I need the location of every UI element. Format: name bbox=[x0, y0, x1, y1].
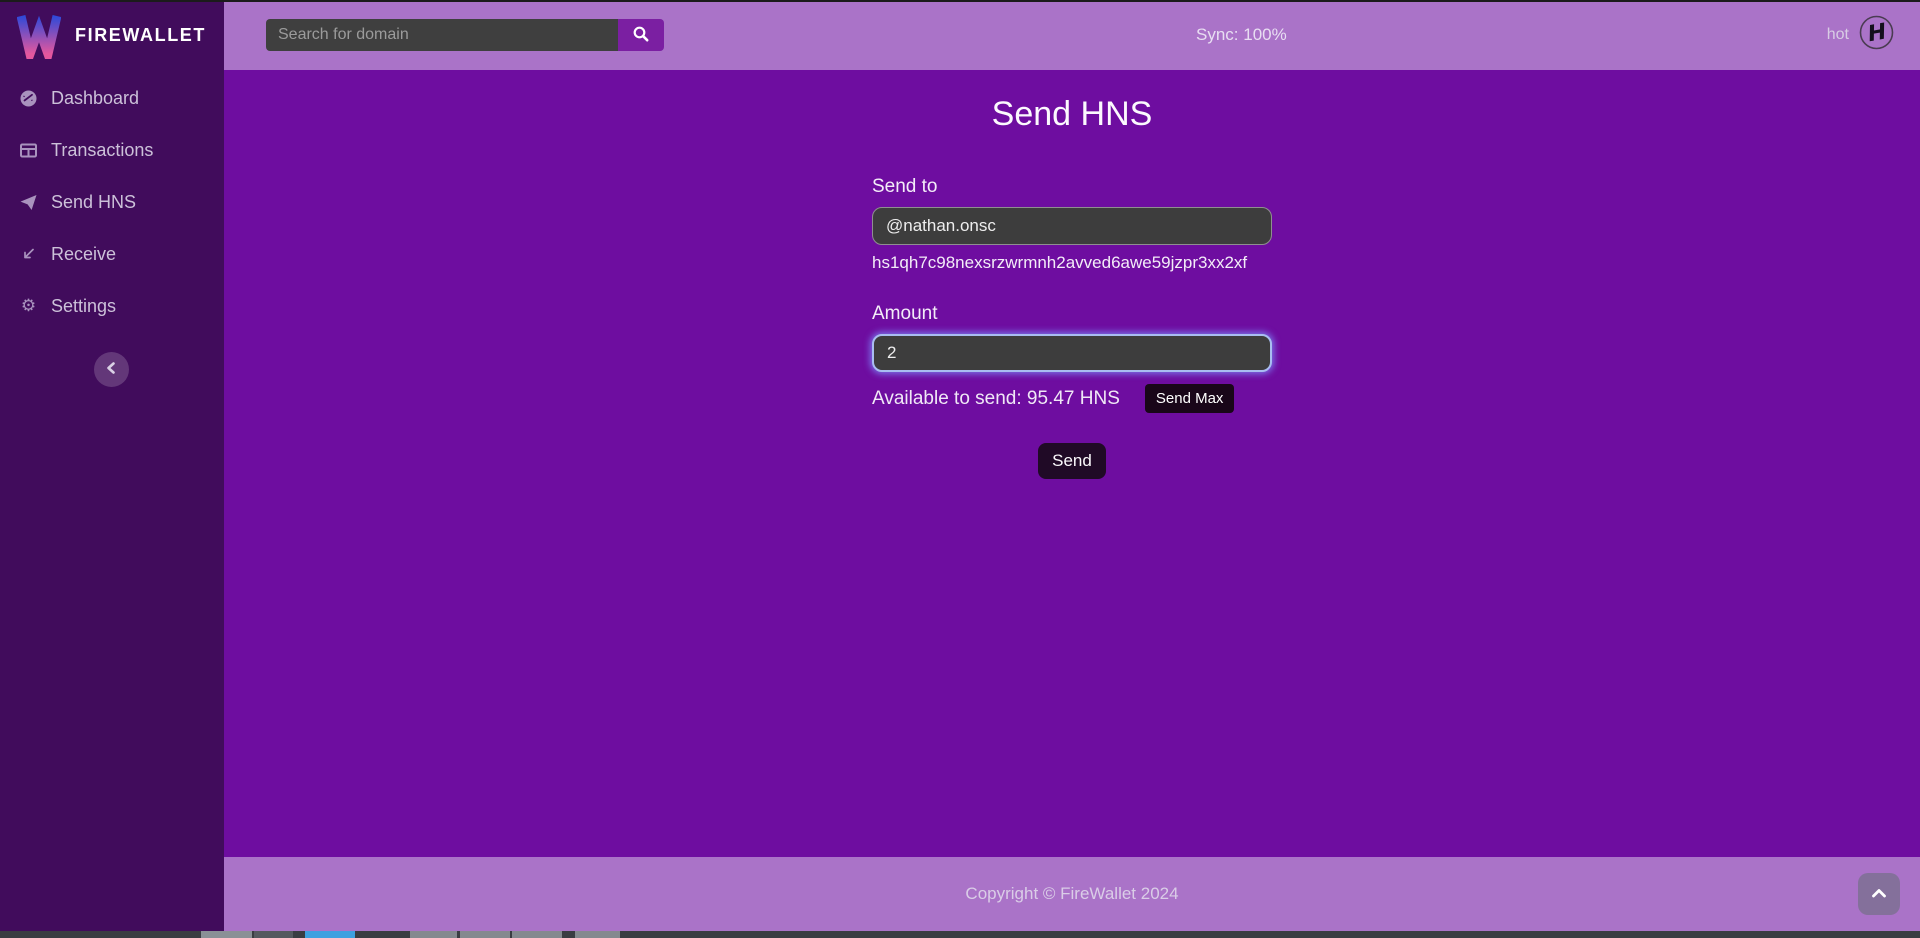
svg-text:H: H bbox=[1866, 19, 1888, 47]
sidebar-item-transactions[interactable]: Transactions bbox=[0, 124, 224, 176]
settings-gear-icon: ⚙ bbox=[19, 297, 38, 316]
scroll-to-top-button[interactable] bbox=[1858, 873, 1900, 915]
amount-label: Amount bbox=[872, 303, 1272, 325]
send-form: Send to hs1qh7c98nexsrzwrmnh2avved6awe59… bbox=[872, 176, 1272, 479]
sidebar-item-label: Send HNS bbox=[51, 192, 136, 213]
taskbar-segment bbox=[575, 931, 620, 938]
receive-arrow-icon bbox=[19, 245, 38, 264]
taskbar-segment bbox=[201, 931, 252, 938]
resolved-address: hs1qh7c98nexsrzwrmnh2avved6awe59jzpr3xx2… bbox=[872, 253, 1272, 273]
dashboard-gauge-icon bbox=[19, 89, 38, 108]
taskbar-segment bbox=[460, 931, 510, 938]
wallet-selector[interactable]: hot H bbox=[1827, 0, 1894, 70]
copyright-text: Copyright © FireWallet 2024 bbox=[224, 857, 1920, 931]
sidebar-nav: Dashboard Transactions Send HNS bbox=[0, 72, 224, 332]
topbar: Sync: 100% hot H bbox=[224, 0, 1920, 70]
brand-logo-home[interactable]: FIREWALLET bbox=[0, 0, 224, 70]
footer: Copyright © FireWallet 2024 bbox=[224, 857, 1920, 931]
sidebar-item-label: Settings bbox=[51, 296, 116, 317]
sidebar-item-label: Transactions bbox=[51, 140, 153, 161]
page-title: Send HNS bbox=[224, 95, 1920, 134]
sidebar-item-label: Receive bbox=[51, 244, 116, 265]
chevron-up-icon bbox=[1869, 885, 1889, 904]
domain-search bbox=[266, 19, 664, 51]
taskbar-segment bbox=[305, 931, 355, 938]
sync-status: Sync: 100% bbox=[1196, 0, 1287, 70]
search-input[interactable] bbox=[266, 19, 618, 51]
send-to-label: Send to bbox=[872, 176, 1272, 198]
sidebar-item-label: Dashboard bbox=[51, 88, 139, 109]
sidebar-item-dashboard[interactable]: Dashboard bbox=[0, 72, 224, 124]
window-top-edge bbox=[0, 0, 1920, 2]
amount-input[interactable] bbox=[872, 334, 1272, 372]
firewallet-w-logo-icon bbox=[17, 12, 61, 59]
sidebar-item-receive[interactable]: Receive bbox=[0, 228, 224, 280]
wallet-name: hot bbox=[1827, 26, 1849, 44]
search-icon bbox=[632, 25, 650, 46]
sidebar-collapse-button[interactable] bbox=[94, 352, 129, 387]
send-plane-icon bbox=[19, 193, 38, 212]
sidebar-item-settings[interactable]: ⚙ Settings bbox=[0, 280, 224, 332]
send-to-input[interactable] bbox=[872, 207, 1272, 245]
sidebar: FIREWALLET Dashboard Transactions bbox=[0, 0, 224, 931]
chevron-left-icon bbox=[103, 359, 121, 380]
brand-name: FIREWALLET bbox=[75, 25, 206, 46]
available-balance-text: Available to send: 95.47 HNS bbox=[872, 388, 1120, 410]
taskbar-segment bbox=[254, 931, 293, 938]
main-content: Send HNS Send to hs1qh7c98nexsrzwrmnh2av… bbox=[224, 70, 1920, 857]
transactions-table-icon bbox=[19, 141, 38, 160]
taskbar-segment bbox=[410, 931, 457, 938]
search-button[interactable] bbox=[618, 19, 664, 51]
taskbar-segment bbox=[512, 931, 562, 938]
handshake-logo-icon: H bbox=[1859, 15, 1894, 55]
taskbar-strip bbox=[0, 931, 1920, 938]
sidebar-item-send-hns[interactable]: Send HNS bbox=[0, 176, 224, 228]
send-max-button[interactable]: Send Max bbox=[1145, 384, 1235, 413]
send-button[interactable]: Send bbox=[1038, 443, 1106, 479]
